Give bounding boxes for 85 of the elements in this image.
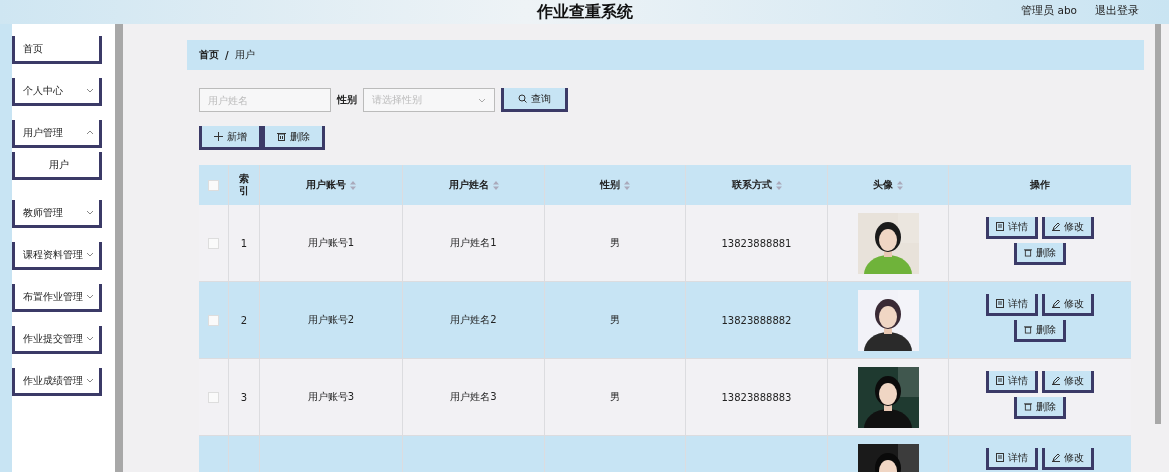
breadcrumb-link[interactable]: 首页 xyxy=(199,48,219,62)
document-icon xyxy=(996,222,1004,231)
chevron-icon xyxy=(86,252,94,257)
row-action-button[interactable]: 删除 xyxy=(1014,320,1066,342)
sort-icon[interactable] xyxy=(350,180,356,190)
add-button[interactable]: 新增 xyxy=(199,126,262,150)
row-action-button[interactable]: 修改 xyxy=(1042,294,1094,316)
table-cell: 13823888883 xyxy=(721,391,792,403)
gender-label: 性别 xyxy=(337,93,357,107)
sort-icon[interactable] xyxy=(775,180,782,190)
sidebar-scrollbar[interactable] xyxy=(115,24,123,472)
table-cell: 用户姓名2 xyxy=(450,313,497,327)
table-cell: 男 xyxy=(610,313,620,327)
row-action-button[interactable]: 删除 xyxy=(1014,397,1066,419)
row-action-button[interactable]: 详情 xyxy=(986,371,1038,393)
trash-icon xyxy=(1024,248,1032,257)
pencil-icon xyxy=(1052,453,1060,462)
row-action-button[interactable]: 详情 xyxy=(986,217,1038,239)
submenu-item[interactable]: 用户 xyxy=(12,152,102,180)
column-header: 用户账号 xyxy=(306,178,346,192)
menu-item[interactable]: 教师管理 xyxy=(12,200,102,228)
menu-item[interactable]: 个人中心 xyxy=(12,78,102,106)
menu-item[interactable]: 作业提交管理 xyxy=(12,326,102,354)
menu-item[interactable]: 首页 xyxy=(12,36,102,64)
row-checkbox[interactable] xyxy=(208,314,219,326)
chevron-icon xyxy=(86,210,94,215)
column-header: 头像 xyxy=(873,178,893,192)
row-action-button[interactable]: 修改 xyxy=(1042,371,1094,393)
table-cell: 用户姓名1 xyxy=(450,236,497,250)
pencil-icon xyxy=(1052,222,1060,231)
table-cell: 3 xyxy=(240,391,248,403)
document-icon xyxy=(996,453,1004,462)
row-checkbox[interactable] xyxy=(208,237,219,249)
query-button[interactable]: 查询 xyxy=(501,88,568,112)
breadcrumb-separator: / xyxy=(225,49,229,61)
chevron-icon xyxy=(86,130,94,135)
sort-icon[interactable] xyxy=(492,180,499,190)
table-cell: 1 xyxy=(240,237,248,249)
row-action-button[interactable]: 详情 xyxy=(986,448,1038,470)
breadcrumb-link[interactable]: 用户 xyxy=(234,48,255,62)
table-cell: 用户账号3 xyxy=(307,390,355,404)
trash-icon xyxy=(277,132,286,141)
row-action-button[interactable]: 详情 xyxy=(986,294,1038,316)
document-icon xyxy=(996,376,1004,385)
logout-link[interactable]: 退出登录 xyxy=(1095,4,1139,18)
menu-item[interactable]: 布置作业管理 xyxy=(12,284,102,312)
pencil-icon xyxy=(1052,376,1060,385)
select-all-checkbox[interactable] xyxy=(208,179,219,191)
column-header: 用户姓名 xyxy=(448,178,489,192)
pencil-icon xyxy=(1052,299,1060,308)
menu-item[interactable]: 作业成绩管理 xyxy=(12,368,102,396)
table-cell: 13823888881 xyxy=(721,237,792,249)
admin-user: 管理员 abo xyxy=(1021,4,1077,18)
plus-icon xyxy=(214,132,223,141)
trash-icon xyxy=(1024,325,1032,334)
table-cell: 用户姓名3 xyxy=(450,390,497,404)
row-action-button[interactable]: 修改 xyxy=(1042,448,1094,470)
sort-icon[interactable] xyxy=(624,180,630,190)
table-cell: 13823888882 xyxy=(721,314,792,326)
table-cell: 男 xyxy=(610,390,620,404)
trash-icon xyxy=(1024,402,1032,411)
table-cell: 用户账号1 xyxy=(307,236,355,250)
chevron-icon xyxy=(86,378,94,383)
chevron-icon xyxy=(86,336,94,341)
row-checkbox[interactable] xyxy=(208,391,219,403)
system-title: 作业查重系统 xyxy=(536,1,633,23)
search-icon xyxy=(518,94,527,103)
table-cell: 2 xyxy=(240,314,248,326)
table-cell: 用户账号2 xyxy=(307,313,355,327)
delete-button[interactable]: 删除 xyxy=(262,126,325,150)
column-header: 操作 xyxy=(1030,178,1050,192)
menu-item[interactable]: 课程资料管理 xyxy=(12,242,102,270)
chevron-icon xyxy=(86,88,94,93)
chevron-icon xyxy=(478,97,486,103)
row-action-button[interactable]: 修改 xyxy=(1042,217,1094,239)
document-icon xyxy=(996,299,1004,308)
scrollbar[interactable] xyxy=(1155,24,1161,424)
column-header: 联系方式 xyxy=(731,178,772,192)
column-header: 索引 xyxy=(239,173,249,197)
row-action-button[interactable]: 删除 xyxy=(1014,243,1066,265)
table-cell: 男 xyxy=(610,236,620,250)
sort-icon[interactable] xyxy=(897,180,903,190)
chevron-icon xyxy=(86,294,94,299)
column-header: 性别 xyxy=(600,178,620,192)
menu-item[interactable]: 用户管理 xyxy=(12,120,102,148)
